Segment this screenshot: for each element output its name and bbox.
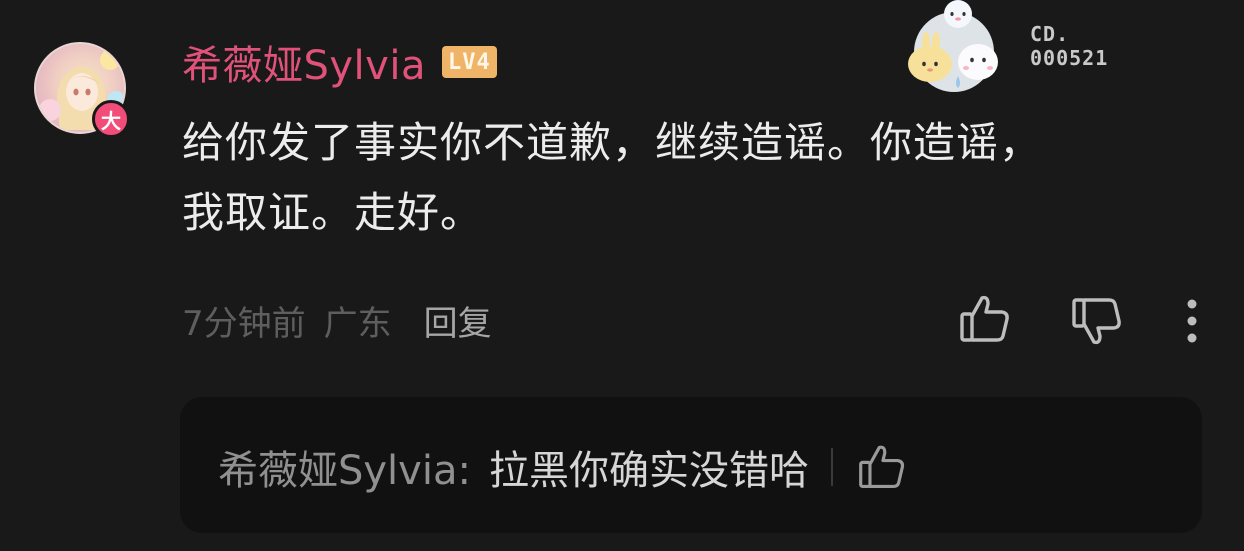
username[interactable]: 希薇娅Sylvia: [182, 33, 426, 91]
decoration-code: CD. 000521: [1030, 22, 1108, 70]
level-badge: LV4: [441, 46, 497, 78]
vertical-ellipsis-icon[interactable]: [1178, 298, 1206, 344]
decoration-code-line1: CD.: [1030, 22, 1070, 46]
reply-preview[interactable]: 希薇娅Sylvia: 拉黑你确实没错哈: [180, 397, 1202, 533]
reply-preview-line: 希薇娅Sylvia: 拉黑你确实没错哈: [218, 438, 907, 496]
avatar[interactable]: 大: [34, 42, 130, 138]
avatar-badge: 大: [92, 100, 130, 138]
profile-decoration: [900, 0, 1000, 104]
comment-header: 希薇娅Sylvia LV4: [182, 34, 497, 90]
comment-location: 广东: [323, 303, 392, 344]
comment-text-line: 给你发了事实你不道歉，继续造谣。你造谣，: [182, 118, 1043, 167]
reply-button[interactable]: 回复: [424, 296, 492, 345]
comment-item: 大 希薇娅Sylvia LV4 CD. 000521 给你发了事实你不道歉，继续…: [0, 0, 1244, 551]
reply-author[interactable]: 希薇娅Sylvia:: [218, 438, 471, 496]
thumbs-up-icon[interactable]: [958, 292, 1012, 346]
comment-text-line: 我取证。走好。: [182, 188, 484, 237]
comment-meta: 7分钟前 广东 回复: [182, 294, 492, 346]
thumbs-down-icon[interactable]: [1070, 294, 1124, 348]
divider: [830, 448, 833, 486]
comment-text: 给你发了事实你不道歉，继续造谣。你造谣， 我取证。走好。: [182, 108, 1212, 248]
decoration-code-line2: 000521: [1030, 46, 1109, 70]
reply-content: 拉黑你确实没错哈: [488, 448, 809, 494]
comment-time: 7分钟前: [182, 303, 306, 344]
thumbs-up-icon[interactable]: [857, 442, 907, 492]
